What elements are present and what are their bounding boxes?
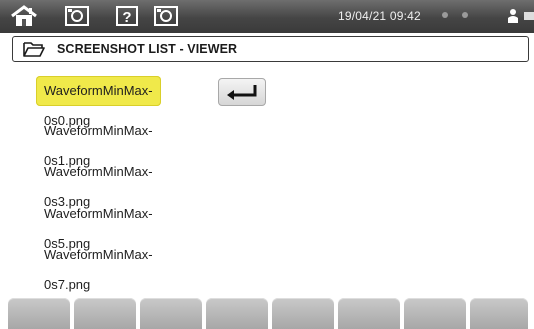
file-item[interactable]: WaveformMinMax-0s1.png <box>36 116 161 168</box>
enter-icon <box>227 85 257 100</box>
function-key-7[interactable] <box>404 298 466 329</box>
status-dot <box>462 12 468 18</box>
function-key-5[interactable] <box>272 298 334 329</box>
home-icon[interactable] <box>10 5 38 27</box>
function-key-2[interactable] <box>74 298 136 329</box>
help-icon[interactable]: ? <box>115 5 139 27</box>
header-box: SCREENSHOT LIST - VIEWER <box>12 36 529 62</box>
file-item[interactable]: WaveformMinMax-0s3.png <box>36 157 161 209</box>
file-item[interactable]: WaveformMinMax-0s5.png <box>36 199 161 251</box>
function-key-bar <box>0 298 534 329</box>
enter-button[interactable] <box>218 78 266 106</box>
function-key-4[interactable] <box>206 298 268 329</box>
status-dot <box>442 12 448 18</box>
file-name: WaveformMinMax-0s7.png <box>44 247 153 292</box>
svg-text:?: ? <box>122 9 131 26</box>
photo-icon[interactable] <box>153 5 179 27</box>
function-key-8[interactable] <box>470 298 528 329</box>
datetime-display: 19/04/21 09:42 <box>338 9 421 23</box>
file-item[interactable]: WaveformMinMax-0s7.png <box>36 240 161 292</box>
function-key-6[interactable] <box>338 298 400 329</box>
person-icon <box>508 9 518 23</box>
page-title: SCREENSHOT LIST - VIEWER <box>57 42 238 56</box>
photo-icon[interactable] <box>64 5 90 27</box>
function-key-1[interactable] <box>8 298 70 329</box>
file-item[interactable]: WaveformMinMax-0s0.png <box>36 76 161 128</box>
function-key-3[interactable] <box>140 298 202 329</box>
battery-icon <box>524 12 534 20</box>
folder-icon <box>23 42 45 57</box>
status-bar: ? 19/04/21 09:42 <box>0 0 534 33</box>
